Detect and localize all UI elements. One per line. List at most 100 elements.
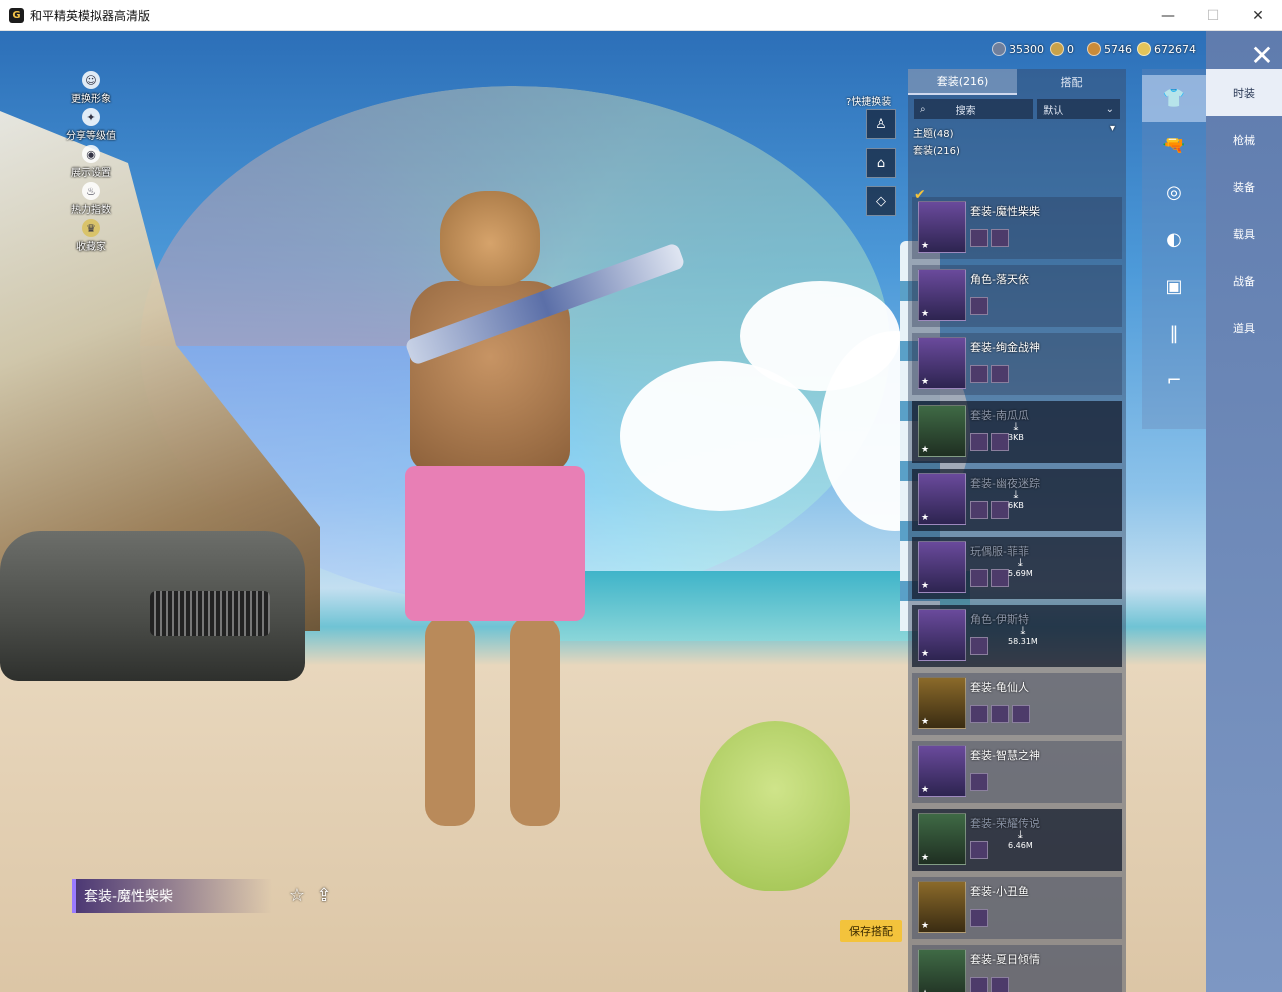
search-input[interactable]: ⌕ 搜索 xyxy=(914,99,1034,119)
share-export-icon[interactable]: ⇪ xyxy=(313,884,335,906)
download-button[interactable]: ⤓ 5.69M xyxy=(1008,557,1033,579)
goggles-icon[interactable]: ◎ xyxy=(1142,169,1206,216)
currency-value: 5746 xyxy=(1104,42,1132,56)
outfit-part-icon xyxy=(991,569,1009,587)
pet-companion[interactable] xyxy=(700,721,850,891)
section-suit: 套装(216) xyxy=(913,146,960,157)
pants-icon[interactable]: ‖ xyxy=(1142,310,1206,357)
outfit-part-icon xyxy=(970,433,988,451)
window-title: 和平精英模拟器高清版 xyxy=(30,8,151,23)
outfit-parts xyxy=(970,297,988,315)
star-icon: ★ xyxy=(921,853,930,863)
download-button[interactable]: ⤓ 58.31M xyxy=(1008,625,1038,647)
outfit-parts xyxy=(970,229,1009,247)
download-size: 58.31M xyxy=(1008,637,1038,646)
outfit-thumbnail: ★ xyxy=(918,881,966,933)
outfit-part-icon xyxy=(970,705,988,723)
outfit-parts xyxy=(970,909,988,927)
star-icon: ★ xyxy=(921,921,930,931)
quick-swap-slot-2[interactable]: ⌂ xyxy=(866,148,896,178)
share-level-button[interactable]: ✦ 分享等级值 xyxy=(58,108,124,145)
outfit-row[interactable]: ★ ✔ 套装-魔性柴柴 xyxy=(912,187,1122,259)
change-avatar-button[interactable]: ☺ 更换形象 xyxy=(58,71,124,108)
star-icon: ★ xyxy=(921,581,930,591)
outfit-row[interactable]: ★ 套装-夏日倾情 xyxy=(912,945,1122,992)
outfit-icon[interactable]: 👕 xyxy=(1142,75,1206,122)
category-tab[interactable]: 枪械 xyxy=(1206,116,1282,163)
window-titlebar: G 和平精英模拟器高清版 — ☐ ✕ xyxy=(0,0,1282,31)
outfit-row[interactable]: ★ 套装-南瓜瓜 ⤓ 3KB xyxy=(912,401,1122,463)
category-tab[interactable]: 道具 xyxy=(1206,304,1282,351)
outfit-row[interactable]: ★ 套装-绚金战神 xyxy=(912,333,1122,395)
download-size: 3KB xyxy=(1008,433,1024,442)
outfit-row[interactable]: ★ 套装-幽夜迷踪 ⤓ 6KB xyxy=(912,469,1122,531)
character-head xyxy=(440,191,540,286)
category-tab[interactable]: 载具 xyxy=(1206,210,1282,257)
quick-swap-label[interactable]: ?快捷换装 xyxy=(846,93,891,108)
outfit-row[interactable]: ★ 玩偶服-菲菲 ⤓ 5.69M xyxy=(912,537,1122,599)
tab-combos[interactable]: 搭配 xyxy=(1017,69,1126,95)
shirt-icon[interactable]: ▣ xyxy=(1142,263,1206,310)
star-outline-icon[interactable]: ☆ xyxy=(286,884,308,906)
minimize-button[interactable]: — xyxy=(1145,0,1191,31)
outfit-part-icon xyxy=(991,501,1009,519)
player-character[interactable] xyxy=(370,191,686,861)
car-grille xyxy=(150,591,270,636)
download-button[interactable]: ⤓ 3KB xyxy=(1008,421,1024,443)
display-settings-button[interactable]: ◉ 展示设置 xyxy=(58,145,124,182)
quick-swap-slot-3[interactable]: ◇ xyxy=(866,186,896,216)
outfit-part-icon xyxy=(991,705,1009,723)
outfit-row[interactable]: ★ 角色-落天依 xyxy=(912,265,1122,327)
sort-dropdown[interactable]: 默认 ⌄ xyxy=(1037,99,1120,119)
outfit-part-icon xyxy=(970,229,988,247)
quick-swap-slot-1[interactable]: ♙ xyxy=(866,109,896,139)
outfit-name: 角色-落天依 xyxy=(970,273,1029,286)
section-theme[interactable]: 主题(48) xyxy=(913,125,954,140)
outfit-row[interactable]: ★ 套装-智慧之神 xyxy=(912,741,1122,803)
outfit-row[interactable]: ★ 套装-荣耀传说 ⤓ 6.46M xyxy=(912,809,1122,871)
flame-icon: ♨ xyxy=(82,182,100,200)
currency-value: 0 xyxy=(1067,42,1074,56)
menu-label: 展示设置 xyxy=(71,168,111,179)
heat-index-button[interactable]: ♨ 热力指数 xyxy=(58,182,124,219)
tab-suits[interactable]: 套装(216) xyxy=(908,69,1017,95)
quick-swap-text: 快捷换装 xyxy=(851,97,892,108)
currency-value: 672674 xyxy=(1154,42,1196,56)
house-icon: ⌂ xyxy=(876,155,886,171)
outfit-list-panel: 套装(216) 搭配 ⌕ 搜索 默认 ⌄ 主题(48) ▾ 套装(216) ★ ✔… xyxy=(908,69,1126,992)
outfit-row[interactable]: ★ 套装-小丑鱼 xyxy=(912,877,1122,939)
coin-icon xyxy=(1087,42,1101,56)
outfit-parts xyxy=(970,841,988,859)
outfit-name: 套装-绚金战神 xyxy=(970,341,1040,354)
download-button[interactable]: ⤓ 6.46M xyxy=(1008,828,1033,851)
outfit-part-icon xyxy=(970,909,988,927)
outfit-row[interactable]: ★ 套装-龟仙人 xyxy=(912,673,1122,735)
window-close-button[interactable]: ✕ xyxy=(1235,0,1281,31)
outfit-parts xyxy=(970,501,1009,519)
close-icon[interactable]: ✕ xyxy=(1244,37,1280,73)
outfit-parts xyxy=(970,637,988,655)
outfit-row[interactable]: ★ 角色-伊斯特 ⤓ 58.31M xyxy=(912,605,1122,667)
section-collapse-icon[interactable]: ▾ xyxy=(1110,123,1115,134)
outfit-part-icon xyxy=(970,773,988,791)
weapon-icon[interactable]: 🔫 xyxy=(1142,122,1206,169)
download-button[interactable]: ⤓ 6KB xyxy=(1008,489,1024,511)
outfit-part-icon xyxy=(991,365,1009,383)
currency-bronze: 0 xyxy=(1050,40,1074,58)
category-tab[interactable]: 装备 xyxy=(1206,163,1282,210)
collector-button[interactable]: ♛ 收藏家 xyxy=(58,219,124,256)
selected-check-icon: ✔ xyxy=(914,187,926,203)
mask-icon[interactable]: ◐ xyxy=(1142,216,1206,263)
outfit-part-icon xyxy=(970,501,988,519)
menu-label: 收藏家 xyxy=(76,242,106,253)
save-outfit-button[interactable]: 保存搭配 xyxy=(840,920,902,942)
shoes-icon[interactable]: ⌐ xyxy=(1142,357,1206,404)
sort-label: 默认 xyxy=(1043,105,1064,117)
category-tab[interactable]: 战备 xyxy=(1206,257,1282,304)
star-icon: ★ xyxy=(921,309,930,319)
outfit-part-icon xyxy=(970,841,988,859)
category-tab[interactable]: 时装 xyxy=(1206,69,1282,116)
download-icon: ⤓ xyxy=(1017,828,1023,841)
maximize-button[interactable]: ☐ xyxy=(1190,0,1236,31)
game-viewport: ☺ 更换形象 ✦ 分享等级值 ◉ 展示设置 ♨ 热力指数 ♛ 收藏家 套装-魔性… xyxy=(0,31,1282,992)
